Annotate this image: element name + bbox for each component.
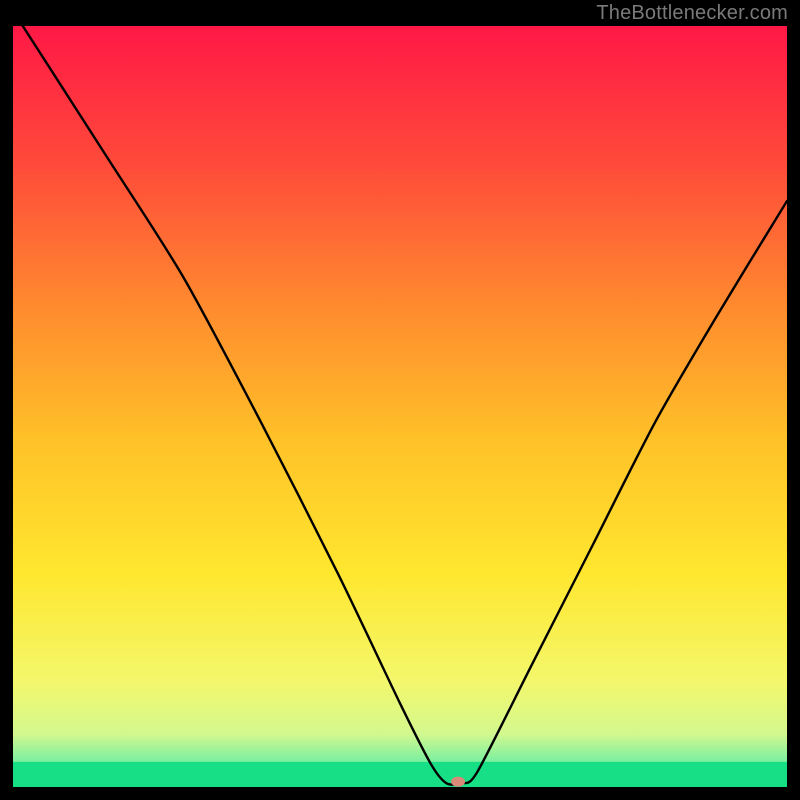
- chart-plot-area: [13, 26, 787, 787]
- chart-svg: [13, 26, 787, 787]
- optimal-marker: [451, 777, 465, 787]
- gradient-background: [13, 26, 787, 787]
- watermark-text: TheBottlenecker.com: [596, 2, 788, 25]
- optimal-band: [13, 762, 787, 787]
